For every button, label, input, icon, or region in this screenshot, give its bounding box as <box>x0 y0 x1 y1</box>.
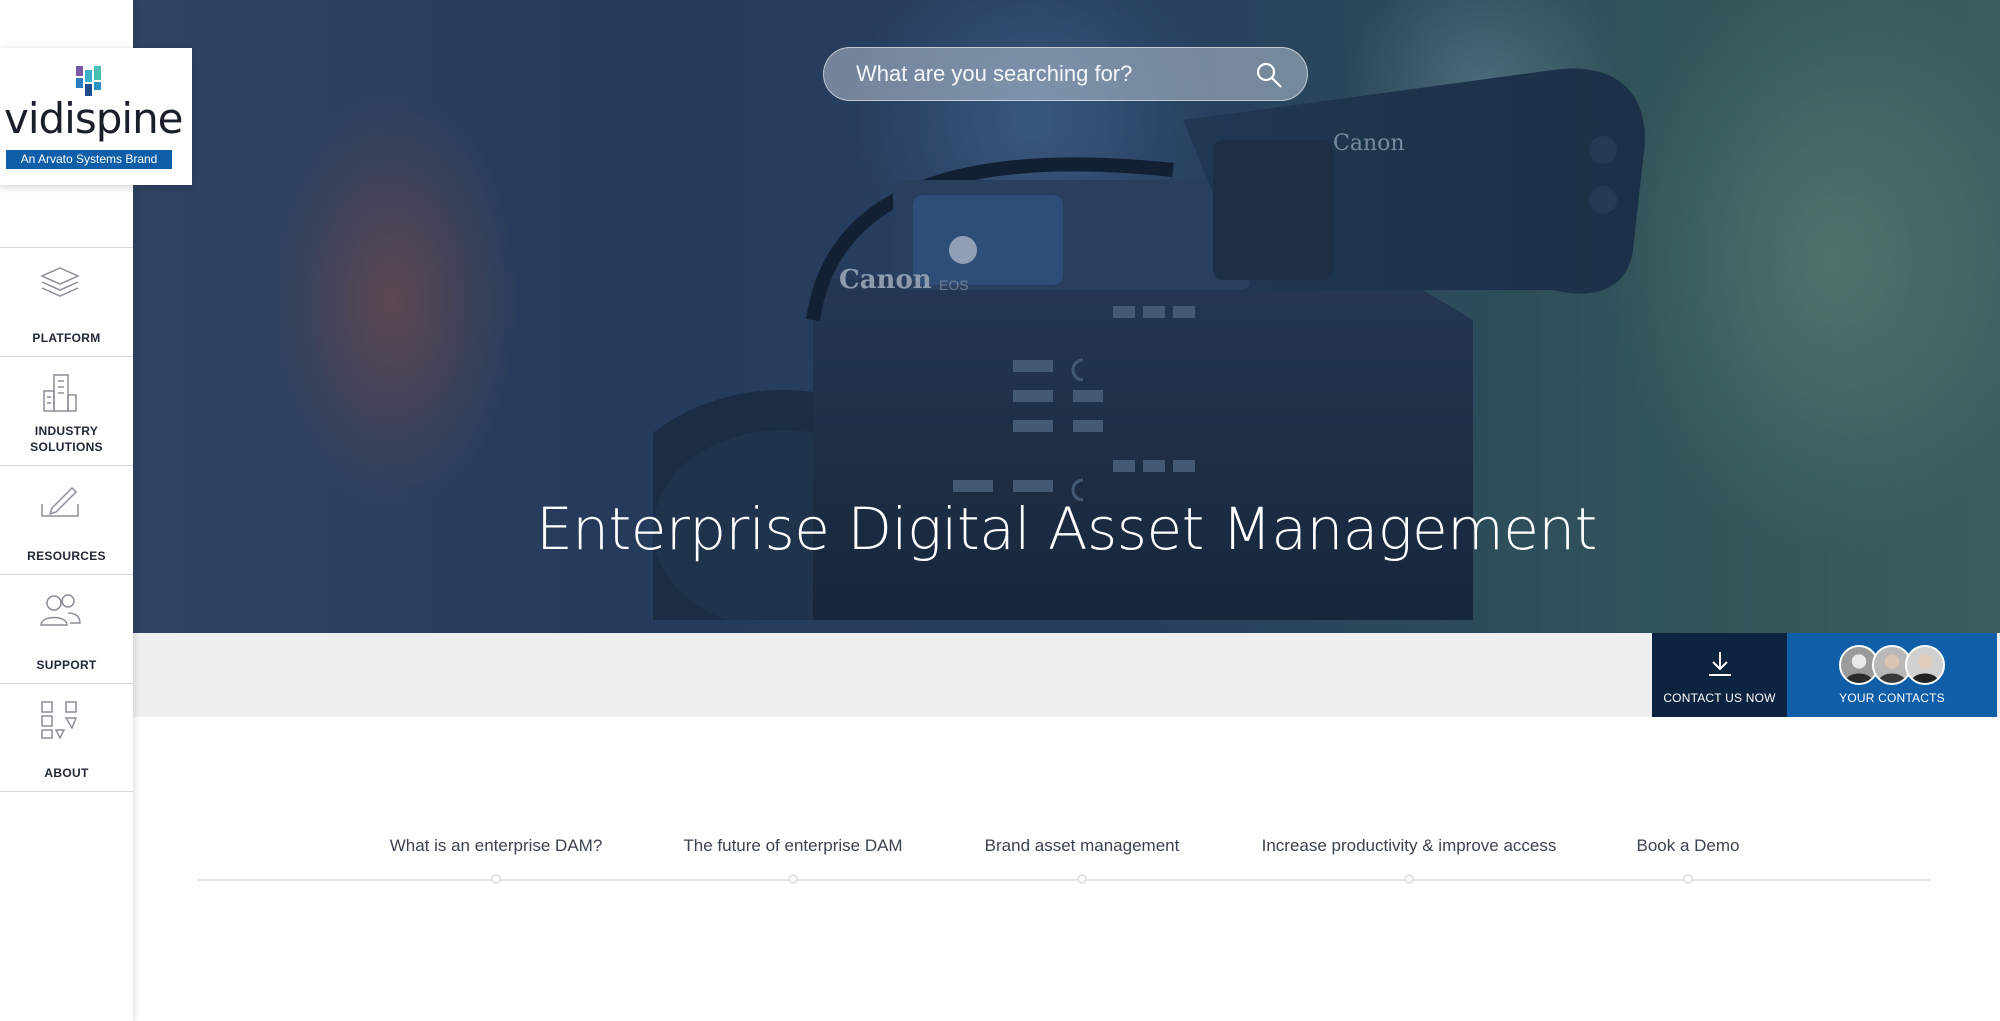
anchor-line <box>198 879 1930 881</box>
nav-item-resources[interactable]: RESOURCES <box>0 465 133 574</box>
nav-item-about[interactable]: ABOUT <box>0 683 133 792</box>
hero-banner: Canon Canon EOS Enterprise Digital Asset… <box>133 0 2000 633</box>
buildings-icon <box>43 374 77 412</box>
anchor-increase-productivity[interactable]: Increase productivity & improve access <box>1262 836 1557 856</box>
nav-label: INDUSTRY SOLUTIONS <box>30 424 103 454</box>
anchor-dot <box>1404 874 1414 884</box>
anchor-dot <box>491 874 501 884</box>
stack-layers-icon <box>40 267 80 297</box>
logo-wordmark: vidispine <box>4 94 184 143</box>
contact-us-now-button[interactable]: CONTACT US NOW <box>1652 633 1787 717</box>
download-icon <box>1709 652 1731 676</box>
search-input[interactable] <box>854 48 1234 100</box>
anchor-brand-asset-management[interactable]: Brand asset management <box>985 836 1180 856</box>
anchor-what-is-enterprise-dam[interactable]: What is an enterprise DAM? <box>390 836 603 856</box>
nav-label: ABOUT <box>44 766 89 780</box>
your-contacts-button[interactable]: YOUR CONTACTS <box>1787 633 1997 717</box>
nav-item-support[interactable]: SUPPORT <box>0 574 133 683</box>
nav-label: SUPPORT <box>36 658 97 672</box>
anchor-book-a-demo[interactable]: Book a Demo <box>1637 836 1740 856</box>
search-icon[interactable] <box>1255 61 1283 89</box>
pen-icon <box>41 486 79 517</box>
logo-tagline: An Arvato Systems Brand <box>6 150 172 169</box>
contact-avatars <box>1839 645 1949 685</box>
main-nav: PLATFORM INDUSTRY SOLUTIONS RESOURCES SU… <box>0 247 133 792</box>
avatar <box>1905 645 1945 685</box>
anchor-dot <box>1683 874 1693 884</box>
anchor-future-of-enterprise-dam[interactable]: The future of enterprise DAM <box>683 836 902 856</box>
logo[interactable]: vidispine An Arvato Systems Brand <box>0 48 192 185</box>
contact-us-now-label: CONTACT US NOW <box>1663 691 1776 705</box>
nav-item-platform[interactable]: PLATFORM <box>0 247 133 356</box>
search-bar <box>823 47 1308 101</box>
nav-label: PLATFORM <box>32 331 101 345</box>
blocks-icon <box>41 701 78 740</box>
anchor-dot <box>788 874 798 884</box>
your-contacts-label: YOUR CONTACTS <box>1839 691 1945 705</box>
nav-item-industry-solutions[interactable]: INDUSTRY SOLUTIONS <box>0 356 133 465</box>
people-icon <box>40 594 81 626</box>
anchor-nav: What is an enterprise DAM? The future of… <box>198 836 1930 886</box>
anchor-dot <box>1077 874 1087 884</box>
page-title: Enterprise Digital Asset Management <box>536 494 1597 563</box>
nav-label: RESOURCES <box>27 549 106 563</box>
